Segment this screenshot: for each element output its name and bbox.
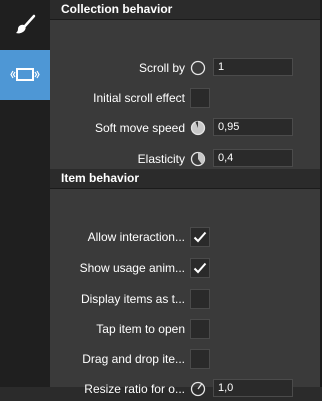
view-icon [10,68,40,81]
gauge-icon [190,151,206,167]
tap-item-to-open-checkbox[interactable] [190,319,210,339]
display-items-as-checkbox[interactable] [190,289,210,309]
drag-and-drop-row: Drag and drop ite... [50,347,320,371]
tap-item-to-open-row: Tap item to open [50,317,320,341]
show-usage-anim-checkbox[interactable] [190,258,210,278]
brush-icon [16,14,36,34]
item-behavior-section: Item behavior Allow interaction... Show … [50,169,320,397]
tap-item-to-open-label: Tap item to open [96,322,185,336]
scroll-by-input[interactable]: 1 [213,58,293,76]
resize-ratio-input[interactable]: 1,0 [213,379,293,397]
soft-move-speed-row: Soft move speed 0,95 [50,116,320,140]
drag-and-drop-checkbox[interactable] [190,349,210,369]
dial-icon [190,381,206,397]
display-items-as-label: Display items as t... [80,292,185,306]
behavior-panel: Collection behavior Scroll by 1 Initial … [50,0,322,397]
behavior-tab[interactable] [0,50,50,100]
gauge-icon [190,120,206,136]
checkmark-icon [193,231,207,243]
allow-interaction-checkbox[interactable] [190,227,210,247]
show-usage-anim-row: Show usage anim... [50,256,320,280]
scroll-by-label: Scroll by [138,61,185,75]
item-behavior-header: Item behavior [50,169,320,189]
initial-scroll-effect-row: Initial scroll effect [50,86,320,110]
style-tab[interactable] [0,0,50,50]
initial-scroll-effect-checkbox[interactable] [190,88,210,108]
allow-interaction-label: Allow interaction... [87,230,185,244]
elasticity-label: Elasticity [137,152,185,166]
soft-move-speed-input[interactable]: 0,95 [213,118,293,136]
soft-move-speed-label: Soft move speed [94,121,185,135]
allow-interaction-row: Allow interaction... [50,225,320,249]
show-usage-anim-label: Show usage anim... [79,261,185,275]
icon-rail [0,0,50,387]
elasticity-input[interactable]: 0,4 [213,149,293,167]
empty-circle-icon [190,60,206,76]
resize-ratio-row: Resize ratio for o... 1,0 [50,377,320,401]
scroll-by-row: Scroll by 1 [50,56,320,80]
resize-ratio-label: Resize ratio for o... [84,382,185,396]
elasticity-row: Elasticity 0,4 [50,147,320,171]
settings-window: Collection behavior Scroll by 1 Initial … [0,0,322,397]
initial-scroll-effect-label: Initial scroll effect [93,91,185,105]
collection-behavior-header: Collection behavior [50,0,320,20]
display-items-as-row: Display items as t... [50,287,320,311]
drag-and-drop-label: Drag and drop ite... [82,352,185,366]
checkmark-icon [193,262,207,274]
